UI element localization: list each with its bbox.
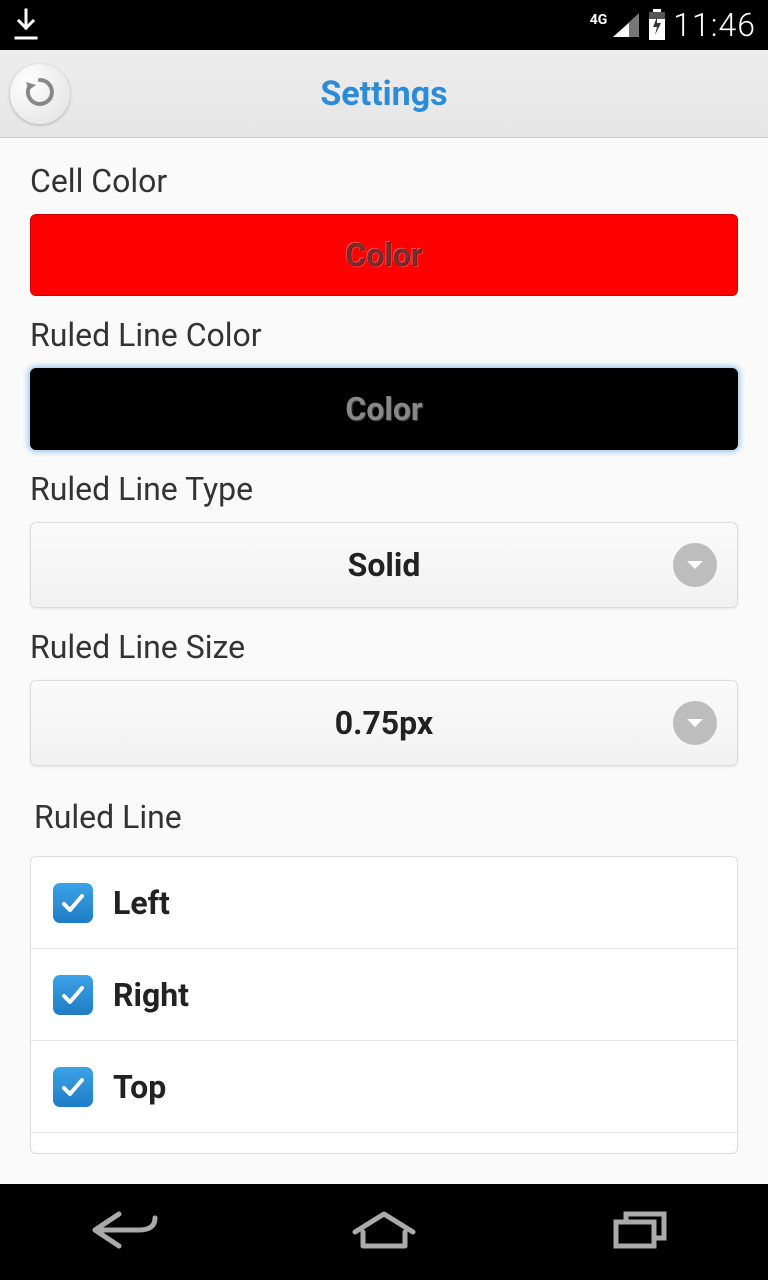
- checkbox-checked[interactable]: [53, 975, 93, 1015]
- signal-icon: [611, 11, 641, 39]
- battery-icon: [647, 9, 667, 41]
- check-icon: [60, 890, 86, 916]
- ruled-line-type-label: Ruled Line Type: [30, 470, 738, 508]
- nav-recent-button[interactable]: [590, 1202, 690, 1262]
- undo-icon: [22, 74, 58, 114]
- chevron-down-icon: [673, 701, 717, 745]
- ruled-line-color-label: Ruled Line Color: [30, 316, 738, 354]
- ruled-line-size-select[interactable]: 0.75px: [30, 680, 738, 766]
- checkbox-checked[interactable]: [53, 1067, 93, 1107]
- dropdown-value: 0.75px: [335, 704, 433, 742]
- ruled-line-right-row[interactable]: Right: [31, 949, 737, 1041]
- color-button-text: Color: [345, 236, 422, 274]
- home-icon: [349, 1208, 419, 1256]
- ruled-line-checklist: Left Right Top: [30, 856, 738, 1154]
- cell-color-label: Cell Color: [30, 162, 738, 200]
- dropdown-value: Solid: [348, 546, 421, 584]
- chevron-down-icon: [673, 543, 717, 587]
- ruled-line-left-row[interactable]: Left: [31, 857, 737, 949]
- ruled-line-size-label: Ruled Line Size: [30, 628, 738, 666]
- status-bar: 4G 11:46: [0, 0, 768, 50]
- cell-color-button[interactable]: Color: [30, 214, 738, 296]
- check-label: Top: [113, 1068, 166, 1106]
- app-header: Settings: [0, 50, 768, 138]
- back-icon: [89, 1208, 167, 1256]
- ruled-line-type-select[interactable]: Solid: [30, 522, 738, 608]
- ruled-line-group-label: Ruled Line: [34, 798, 738, 836]
- page-title: Settings: [320, 74, 447, 114]
- check-icon: [60, 982, 86, 1008]
- list-item[interactable]: [31, 1133, 737, 1153]
- ruled-line-top-row[interactable]: Top: [31, 1041, 737, 1133]
- download-icon: [12, 8, 40, 42]
- settings-content: Cell Color Color Ruled Line Color Color …: [0, 138, 768, 1154]
- status-time: 11:46: [673, 6, 756, 44]
- nav-back-button[interactable]: [78, 1202, 178, 1262]
- ruled-line-color-button[interactable]: Color: [30, 368, 738, 450]
- recent-apps-icon: [610, 1208, 670, 1256]
- check-icon: [60, 1074, 86, 1100]
- checkbox-checked[interactable]: [53, 883, 93, 923]
- color-button-text: Color: [345, 390, 422, 428]
- check-label: Right: [113, 976, 189, 1014]
- network-4g-label: 4G: [590, 12, 608, 28]
- nav-home-button[interactable]: [334, 1202, 434, 1262]
- android-nav-bar: [0, 1184, 768, 1280]
- back-button[interactable]: [10, 64, 70, 124]
- check-label: Left: [113, 884, 170, 922]
